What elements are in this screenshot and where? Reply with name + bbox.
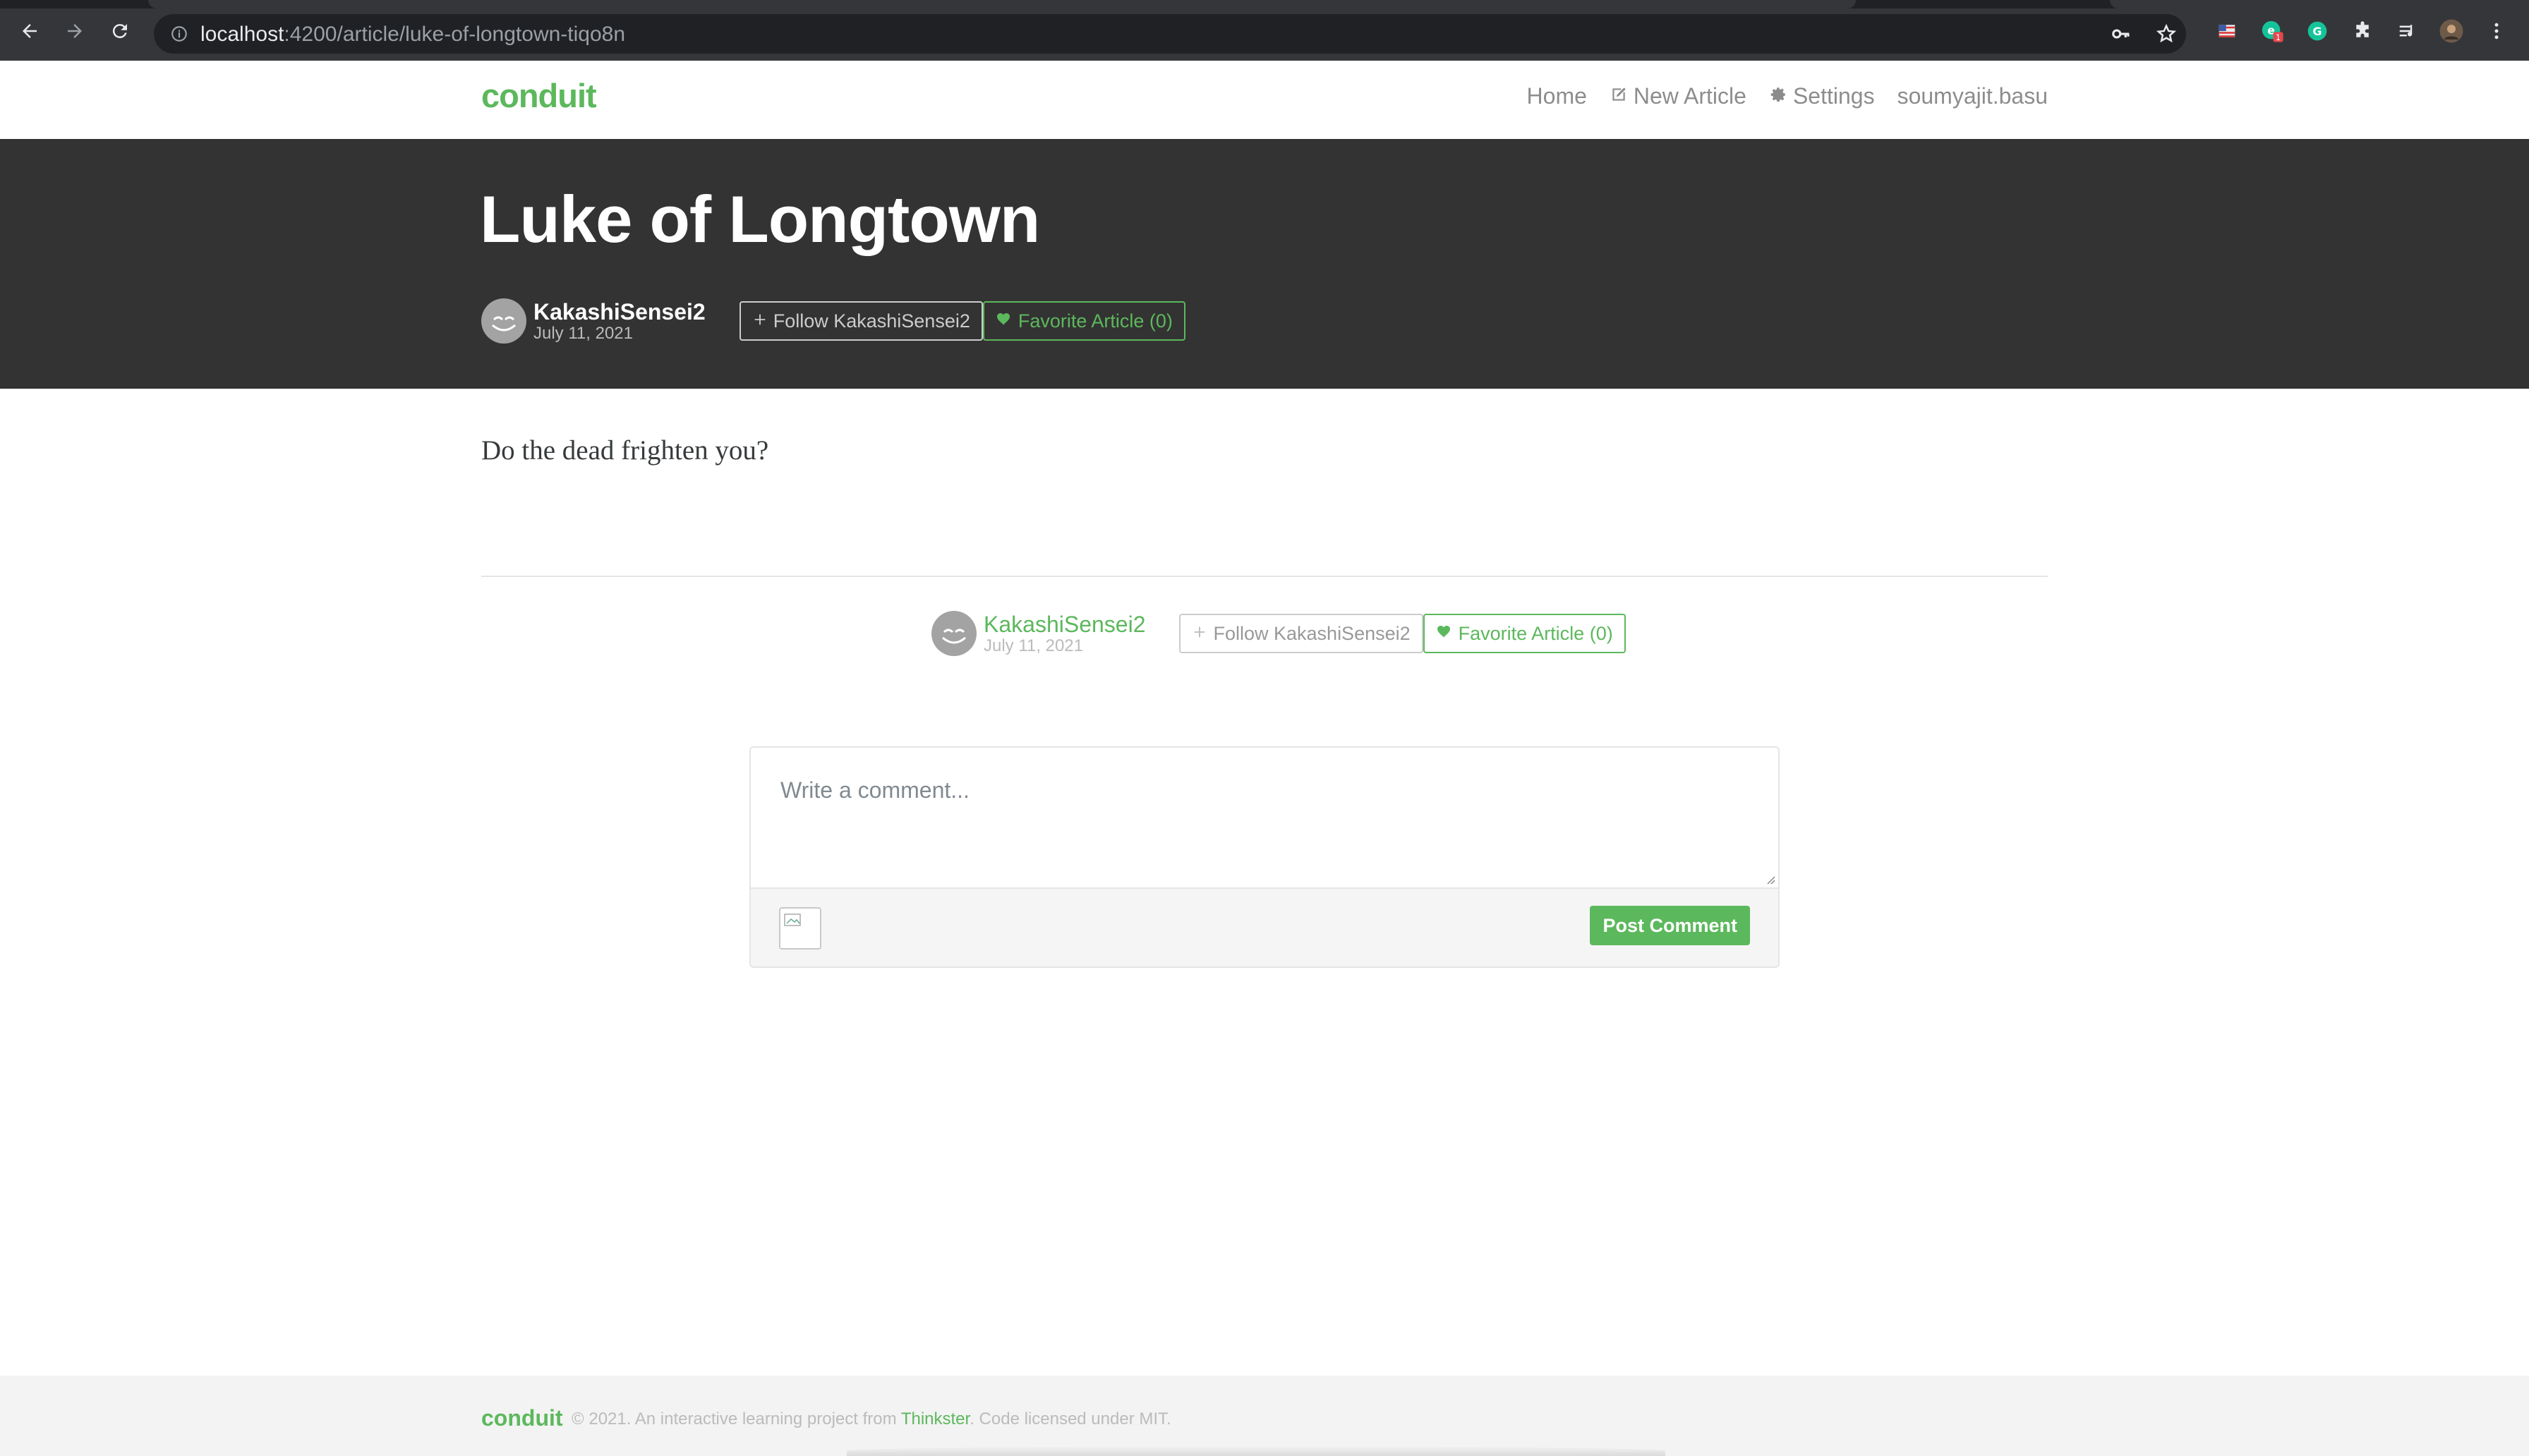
divider	[481, 576, 2048, 577]
article-date: July 11, 2021	[984, 636, 1083, 655]
article-banner: Luke of Longtown KakashiSensei2 July 11,…	[0, 139, 2529, 389]
forward-icon[interactable]	[62, 18, 87, 44]
nav-new-article-label: New Article	[1633, 83, 1746, 109]
favorite-article-button[interactable]: Favorite Article (0)	[1423, 614, 1626, 653]
url-text[interactable]: localhost:4200/article/luke-of-longtown-…	[200, 23, 625, 47]
inactive-tab[interactable]	[2110, 0, 2529, 8]
comment-placeholder: Write a comment...	[780, 777, 970, 803]
nav-settings[interactable]: Settings	[1769, 83, 1875, 109]
plus-icon	[752, 310, 768, 332]
app-navbar: conduit Home New Article Settings soumya…	[0, 61, 2529, 139]
article-meta-top: KakashiSensei2 July 11, 2021 Follow Kaka…	[481, 298, 1185, 344]
nav-links: Home New Article Settings soumyajit.basu	[1527, 83, 2048, 109]
plus-icon	[1192, 623, 1207, 645]
favorite-label: Favorite Article (0)	[1458, 622, 1613, 644]
comment-footer: Post Comment	[751, 889, 1778, 966]
profile-avatar[interactable]	[2439, 18, 2464, 44]
media-icon[interactable]	[2395, 18, 2420, 44]
browser-toolbar: localhost:4200/article/luke-of-longtown-…	[0, 0, 2529, 61]
comment-form: Write a comment... Post Comment	[749, 746, 1780, 968]
back-icon[interactable]	[17, 18, 42, 44]
follow-author-button[interactable]: Follow KakashiSensei2	[739, 301, 983, 341]
favorite-article-button[interactable]: Favorite Article (0)	[982, 301, 1185, 341]
nav-home[interactable]: Home	[1527, 83, 1587, 109]
nav-profile-label: soumyajit.basu	[1897, 83, 2048, 109]
article-title: Luke of Longtown	[480, 182, 1040, 256]
footer-text-before: © 2021. An interactive learning project …	[572, 1409, 901, 1428]
user-avatar-image	[779, 907, 821, 950]
follow-author-button[interactable]: Follow KakashiSensei2	[1179, 614, 1423, 653]
author-info: KakashiSensei2 July 11, 2021	[984, 612, 1145, 655]
footer-text-after: . Code licensed under MIT.	[970, 1409, 1171, 1428]
nav-new-article[interactable]: New Article	[1610, 83, 1746, 109]
article-meta-bottom: KakashiSensei2 July 11, 2021 Follow Kaka…	[931, 611, 1626, 656]
heart-icon	[1436, 623, 1453, 645]
kebab-menu-icon[interactable]	[2484, 18, 2509, 44]
nav-home-label: Home	[1526, 83, 1587, 109]
star-icon[interactable]	[2155, 23, 2178, 45]
gear-icon	[1769, 83, 1787, 109]
article-body: Do the dead frighten you?	[481, 435, 769, 466]
footer-attribution: © 2021. An interactive learning project …	[572, 1409, 1171, 1429]
green-extension-icon[interactable]: G	[2305, 18, 2330, 44]
author-avatar[interactable]	[481, 298, 526, 344]
page-footer: conduit © 2021. An interactive learning …	[0, 1376, 2529, 1456]
follow-label: Follow KakashiSensei2	[773, 310, 970, 332]
post-comment-button[interactable]: Post Comment	[1590, 906, 1750, 945]
active-tab[interactable]	[148, 0, 1856, 8]
nav-settings-label: Settings	[1792, 83, 1875, 109]
info-icon[interactable]	[168, 23, 191, 45]
heart-icon	[996, 310, 1013, 332]
footer-logo[interactable]: conduit	[481, 1405, 563, 1431]
bottom-shadow	[847, 1446, 1665, 1456]
favorite-label: Favorite Article (0)	[1018, 310, 1173, 332]
svg-text:1: 1	[2276, 32, 2281, 42]
svg-text:G: G	[2312, 25, 2322, 38]
author-info: KakashiSensei2 July 11, 2021	[533, 299, 706, 343]
follow-label: Follow KakashiSensei2	[1213, 622, 1411, 644]
article-date: July 11, 2021	[533, 324, 633, 343]
nav-profile[interactable]: soumyajit.basu	[1897, 83, 2048, 109]
comment-textarea[interactable]: Write a comment...	[751, 748, 1778, 889]
thinkster-link[interactable]: Thinkster	[901, 1409, 970, 1428]
edit-icon	[1610, 83, 1628, 109]
address-bar[interactable]: localhost:4200/article/luke-of-longtown-…	[154, 14, 2186, 54]
resize-handle-icon[interactable]	[1764, 873, 1775, 885]
author-avatar[interactable]	[931, 611, 977, 656]
key-icon[interactable]	[2110, 23, 2132, 45]
author-name[interactable]: KakashiSensei2	[984, 612, 1145, 637]
puzzle-icon[interactable]	[2350, 18, 2375, 44]
flag-extension-icon[interactable]	[2214, 18, 2240, 44]
author-name[interactable]: KakashiSensei2	[533, 299, 706, 324]
reload-icon[interactable]	[107, 18, 133, 44]
grammarly-extension-icon[interactable]: e1	[2259, 18, 2285, 44]
brand-logo[interactable]: conduit	[481, 76, 597, 115]
